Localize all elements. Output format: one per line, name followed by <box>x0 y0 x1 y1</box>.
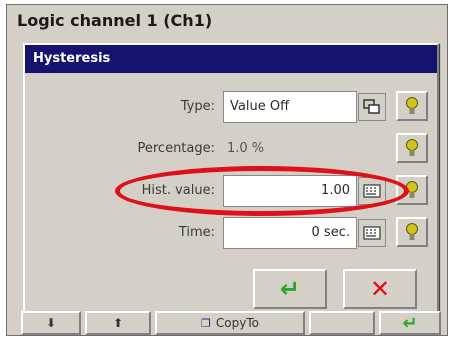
lightbulb-icon <box>406 139 418 156</box>
arrow-up-icon: ⬆ <box>112 316 124 330</box>
time-keypad-button[interactable] <box>358 219 386 247</box>
cancel-button[interactable]: ✕ <box>343 269 417 309</box>
device-screen: Logic channel 1 (Ch1) Hysteresis Type: V… <box>6 4 448 336</box>
move-up-button[interactable]: ⬆ <box>85 311 151 335</box>
type-select-button[interactable] <box>358 93 386 121</box>
bottom-toolbar: ⬇ ⬆ ❐ CopyTo ↵ <box>7 311 447 335</box>
type-field[interactable]: Value Off <box>223 91 357 123</box>
keypad-icon <box>363 226 381 240</box>
percentage-label: Percentage: <box>137 141 215 156</box>
ok-button[interactable]: ↵ <box>253 269 327 309</box>
dialog-title: Hysteresis <box>25 45 437 73</box>
time-field[interactable]: 0 sec. <box>223 217 357 249</box>
type-label: Type: <box>180 99 215 114</box>
highlight-ellipse <box>115 166 409 216</box>
list-select-icon <box>363 99 380 114</box>
lightbulb-icon <box>406 97 418 114</box>
move-down-button[interactable]: ⬇ <box>21 311 81 335</box>
arrow-down-icon: ⬇ <box>45 316 57 330</box>
window-title: Logic channel 1 (Ch1) <box>7 5 447 37</box>
copy-to-button[interactable]: ❐ CopyTo <box>155 311 305 335</box>
time-hint-button[interactable] <box>396 217 428 247</box>
lightbulb-icon <box>406 223 418 240</box>
type-hint-button[interactable] <box>396 91 428 121</box>
enter-button[interactable]: ↵ <box>379 311 441 335</box>
toolbar-blank-button[interactable] <box>309 311 375 335</box>
percentage-value: 1.0 % <box>227 141 265 156</box>
enter-icon: ↵ <box>402 312 418 334</box>
time-label: Time: <box>178 225 215 240</box>
copy-icon: ❐ <box>201 316 211 330</box>
percentage-hint-button[interactable] <box>396 133 428 163</box>
copy-to-label: CopyTo <box>215 316 259 330</box>
